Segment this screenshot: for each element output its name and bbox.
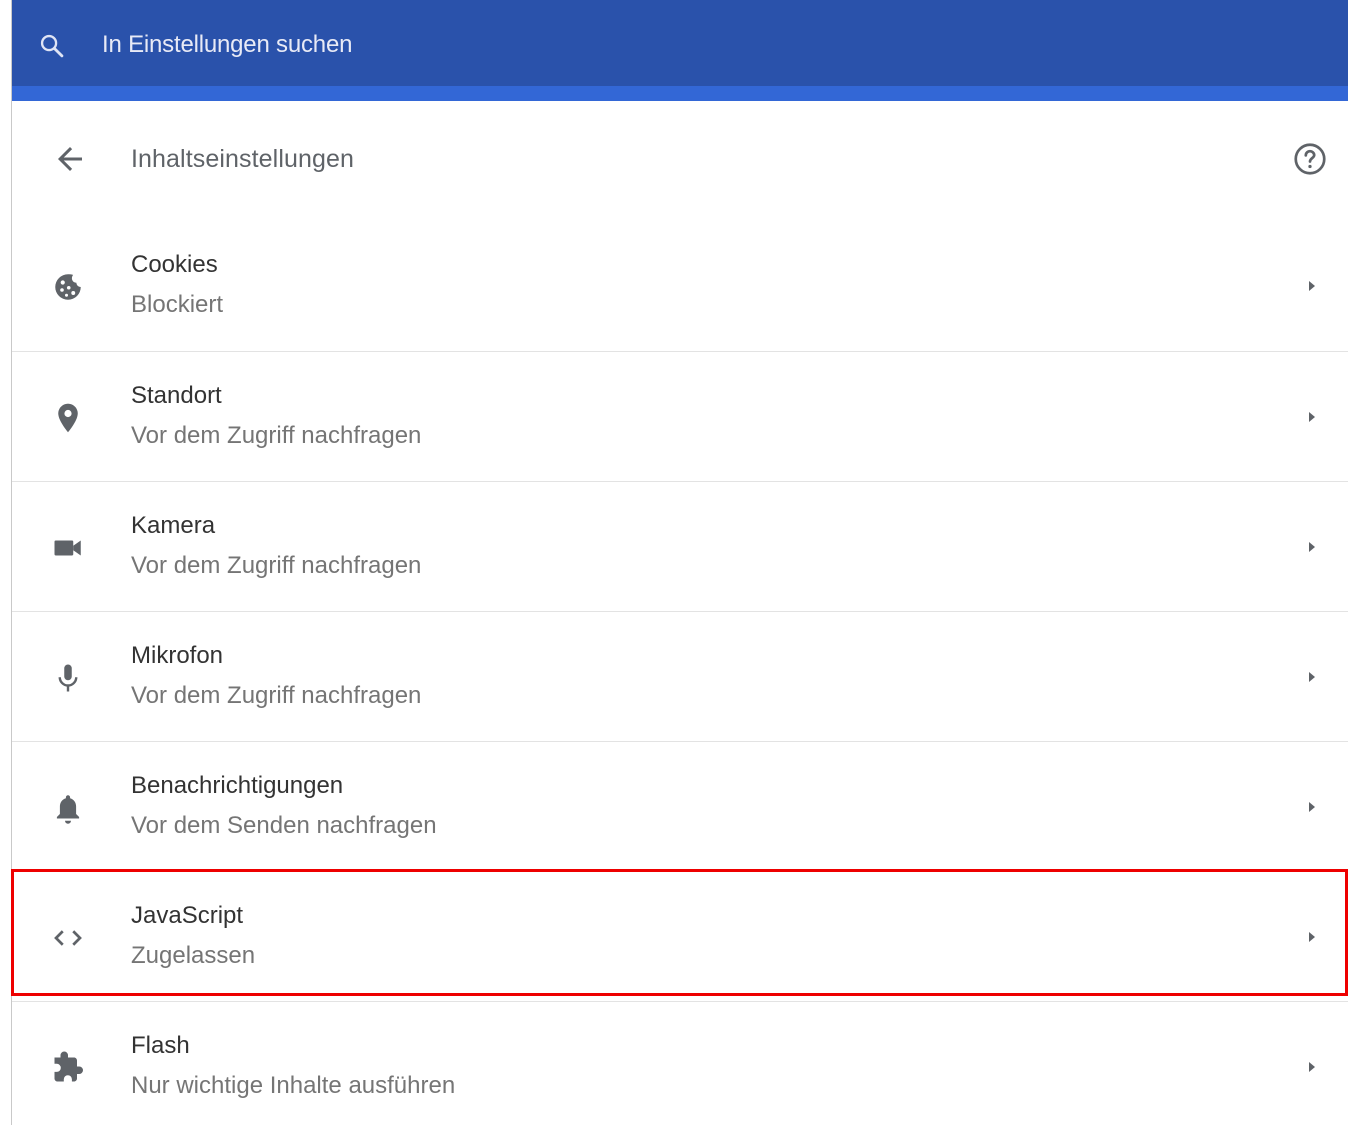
chevron-right-icon (1309, 542, 1315, 552)
setting-label: JavaScript (131, 902, 244, 929)
help-circle-icon[interactable] (1292, 141, 1328, 177)
chevron-right-icon (1309, 932, 1315, 942)
setting-row-notifications[interactable]: Benachrichtigungen Vor dem Senden nachfr… (12, 741, 1348, 871)
chevron-right-icon (1309, 802, 1315, 812)
setting-status: Nur wichtige Inhalte ausführen (131, 1072, 456, 1099)
setting-label: Mikrofon (131, 642, 224, 669)
chevron-right-icon (1309, 412, 1315, 422)
code-brackets-icon (54, 930, 82, 946)
setting-row-location[interactable]: Standort Vor dem Zugriff nachfragen (12, 351, 1348, 481)
puzzle-piece-icon (54, 1051, 83, 1082)
chevron-right-icon (1309, 672, 1315, 682)
setting-status: Vor dem Senden nachfragen (131, 812, 437, 839)
setting-row-flash[interactable]: Flash Nur wichtige Inhalte ausführen (12, 1001, 1348, 1131)
setting-status: Blockiert (131, 291, 224, 318)
setting-row-javascript[interactable]: JavaScript Zugelassen (12, 871, 1348, 1001)
microphone-icon (58, 664, 78, 692)
page-title: Inhaltseinstellungen (131, 145, 354, 173)
topbar-accent-strip (12, 86, 1348, 101)
settings-list: Cookies Blockiert Standort Vor dem Zugri… (12, 221, 1348, 1131)
page-header: Inhaltseinstellungen (12, 101, 1348, 219)
setting-label: Kamera (131, 512, 216, 539)
settings-window: In Einstellungen suchen Inhaltseinstellu… (11, 0, 1348, 1125)
bell-icon (56, 795, 80, 824)
setting-label: Standort (131, 382, 222, 409)
camera-icon (54, 540, 81, 556)
chevron-right-icon (1309, 281, 1315, 291)
setting-label: Cookies (131, 251, 218, 278)
search-input[interactable]: In Einstellungen suchen (102, 30, 352, 60)
setting-label: Benachrichtigungen (131, 772, 344, 799)
setting-row-cookies[interactable]: Cookies Blockiert (12, 221, 1348, 351)
setting-status: Zugelassen (131, 942, 256, 969)
search-bar[interactable]: In Einstellungen suchen (12, 0, 1348, 86)
setting-label: Flash (131, 1032, 190, 1059)
setting-status: Vor dem Zugriff nachfragen (131, 682, 422, 709)
setting-status: Vor dem Zugriff nachfragen (131, 422, 422, 449)
arrow-back-icon[interactable] (52, 141, 88, 177)
setting-row-microphone[interactable]: Mikrofon Vor dem Zugriff nachfragen (12, 611, 1348, 741)
setting-row-camera[interactable]: Kamera Vor dem Zugriff nachfragen (12, 481, 1348, 611)
cookie-icon (55, 274, 81, 300)
search-icon (40, 34, 64, 58)
chevron-right-icon (1309, 1062, 1315, 1072)
location-pin-icon (58, 403, 78, 433)
setting-status: Vor dem Zugriff nachfragen (131, 552, 422, 579)
